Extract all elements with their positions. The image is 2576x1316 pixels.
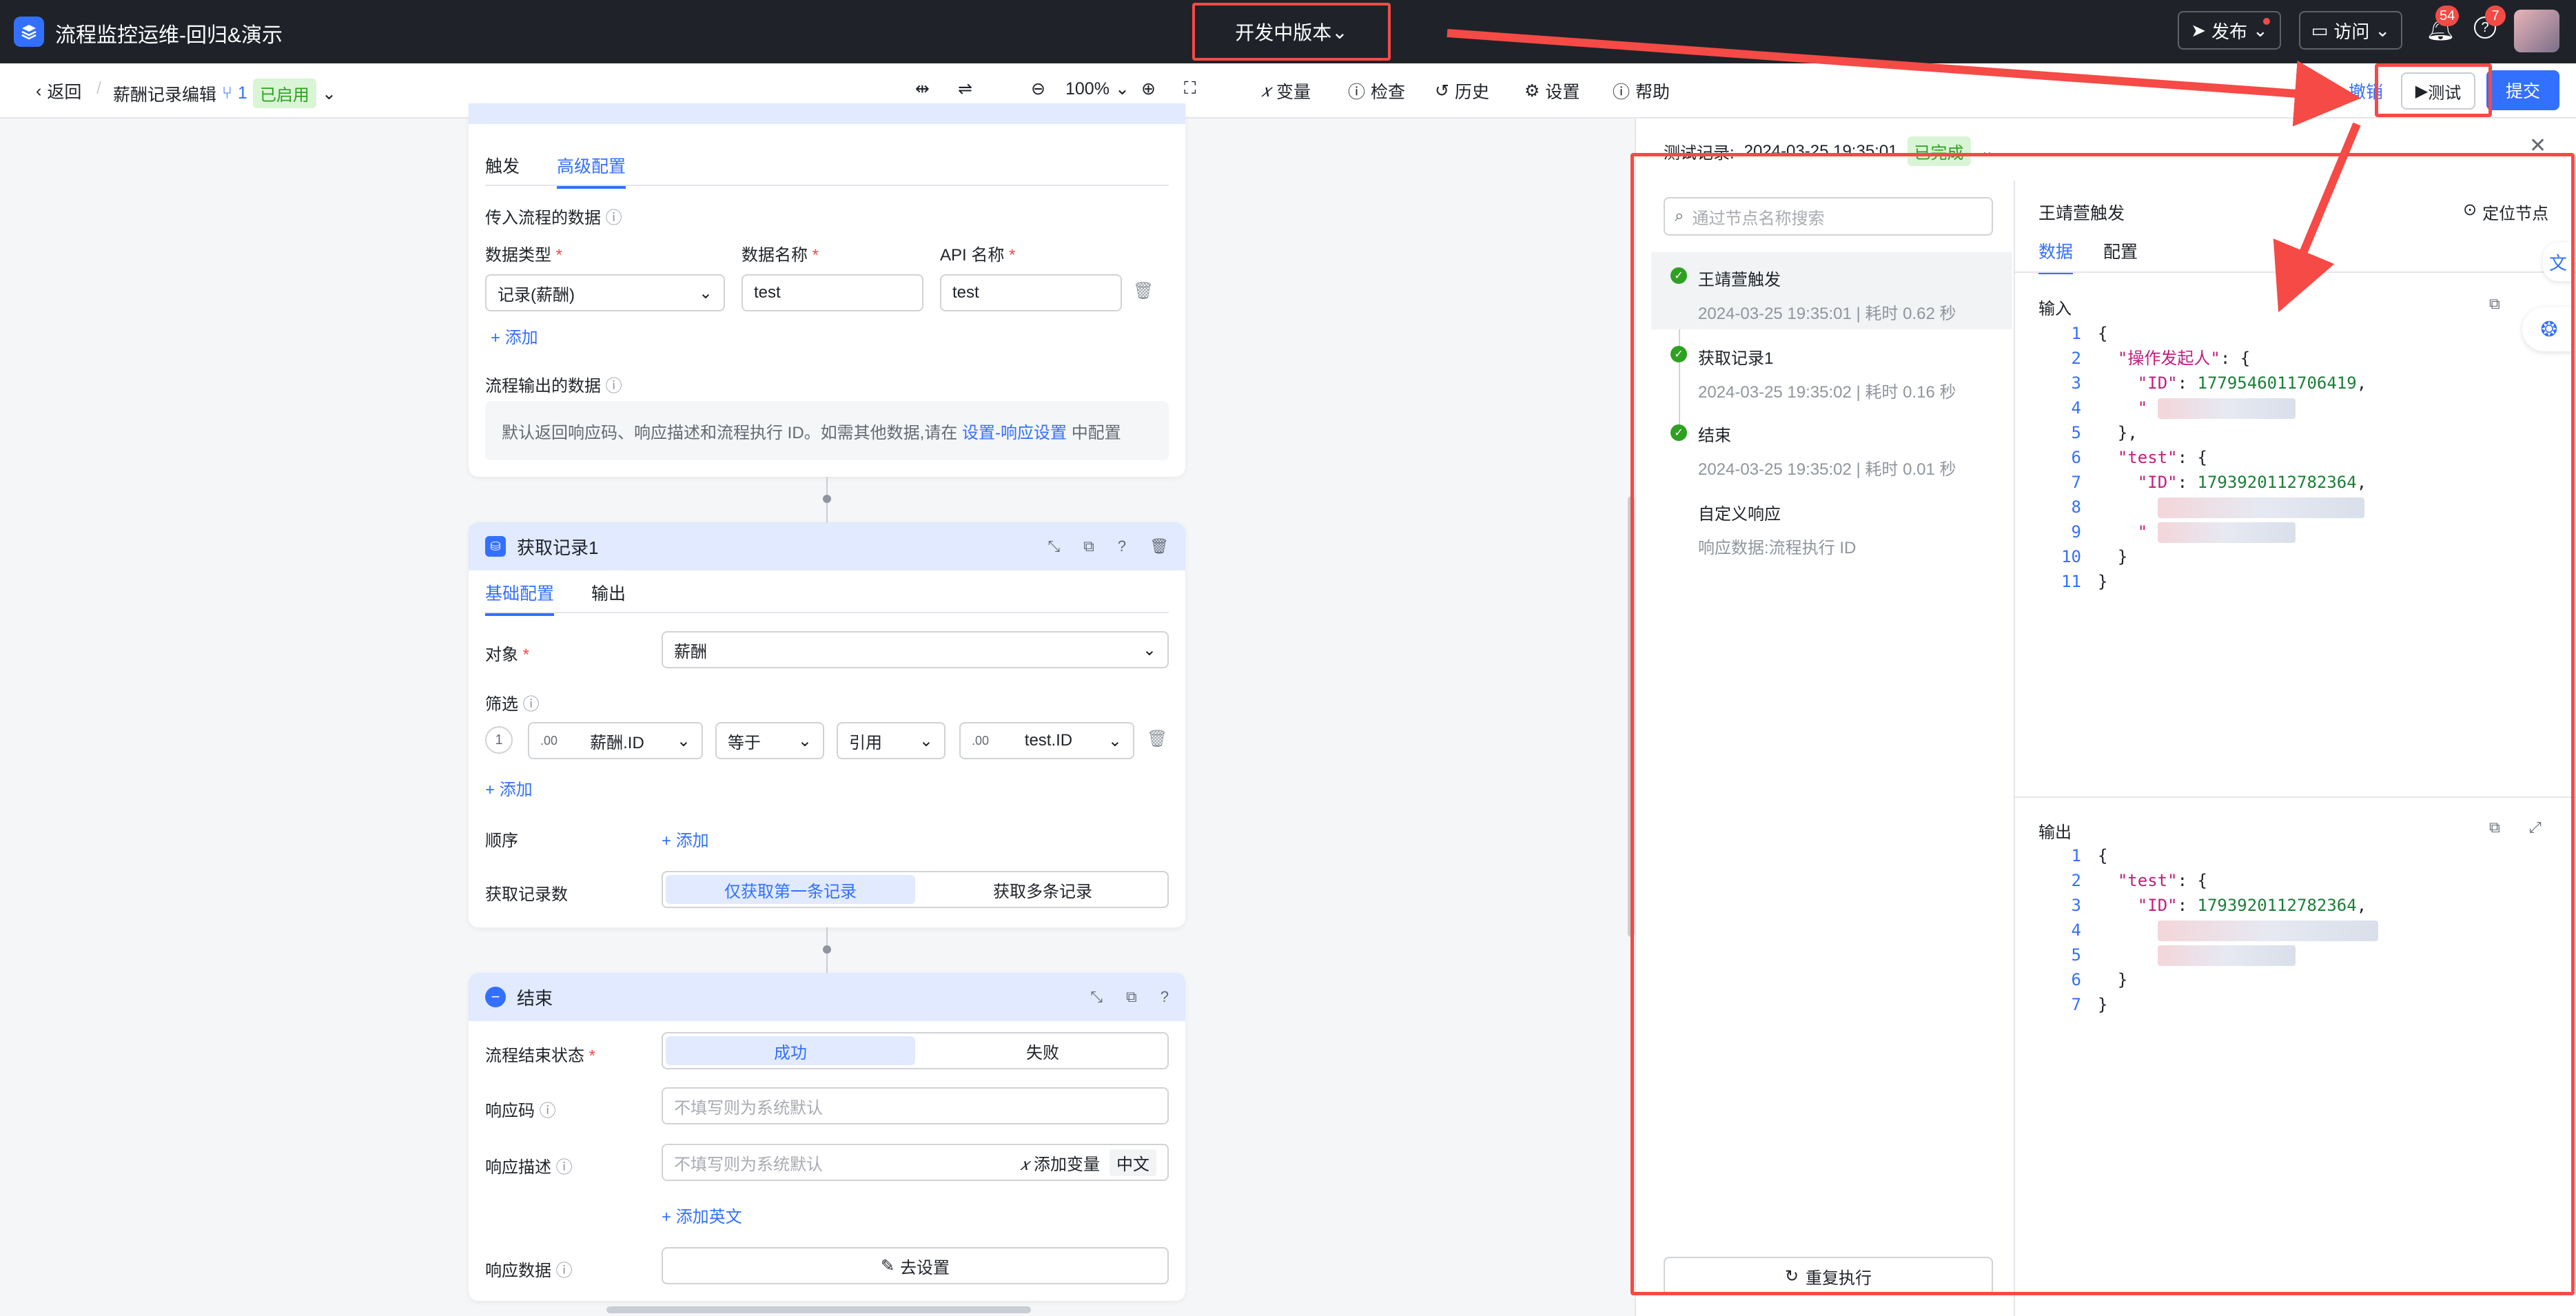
annotation-arrow-1 [1447,29,2361,127]
annotation-arrows [1447,29,2361,313]
annotation-arrow-2 [2273,122,2361,313]
